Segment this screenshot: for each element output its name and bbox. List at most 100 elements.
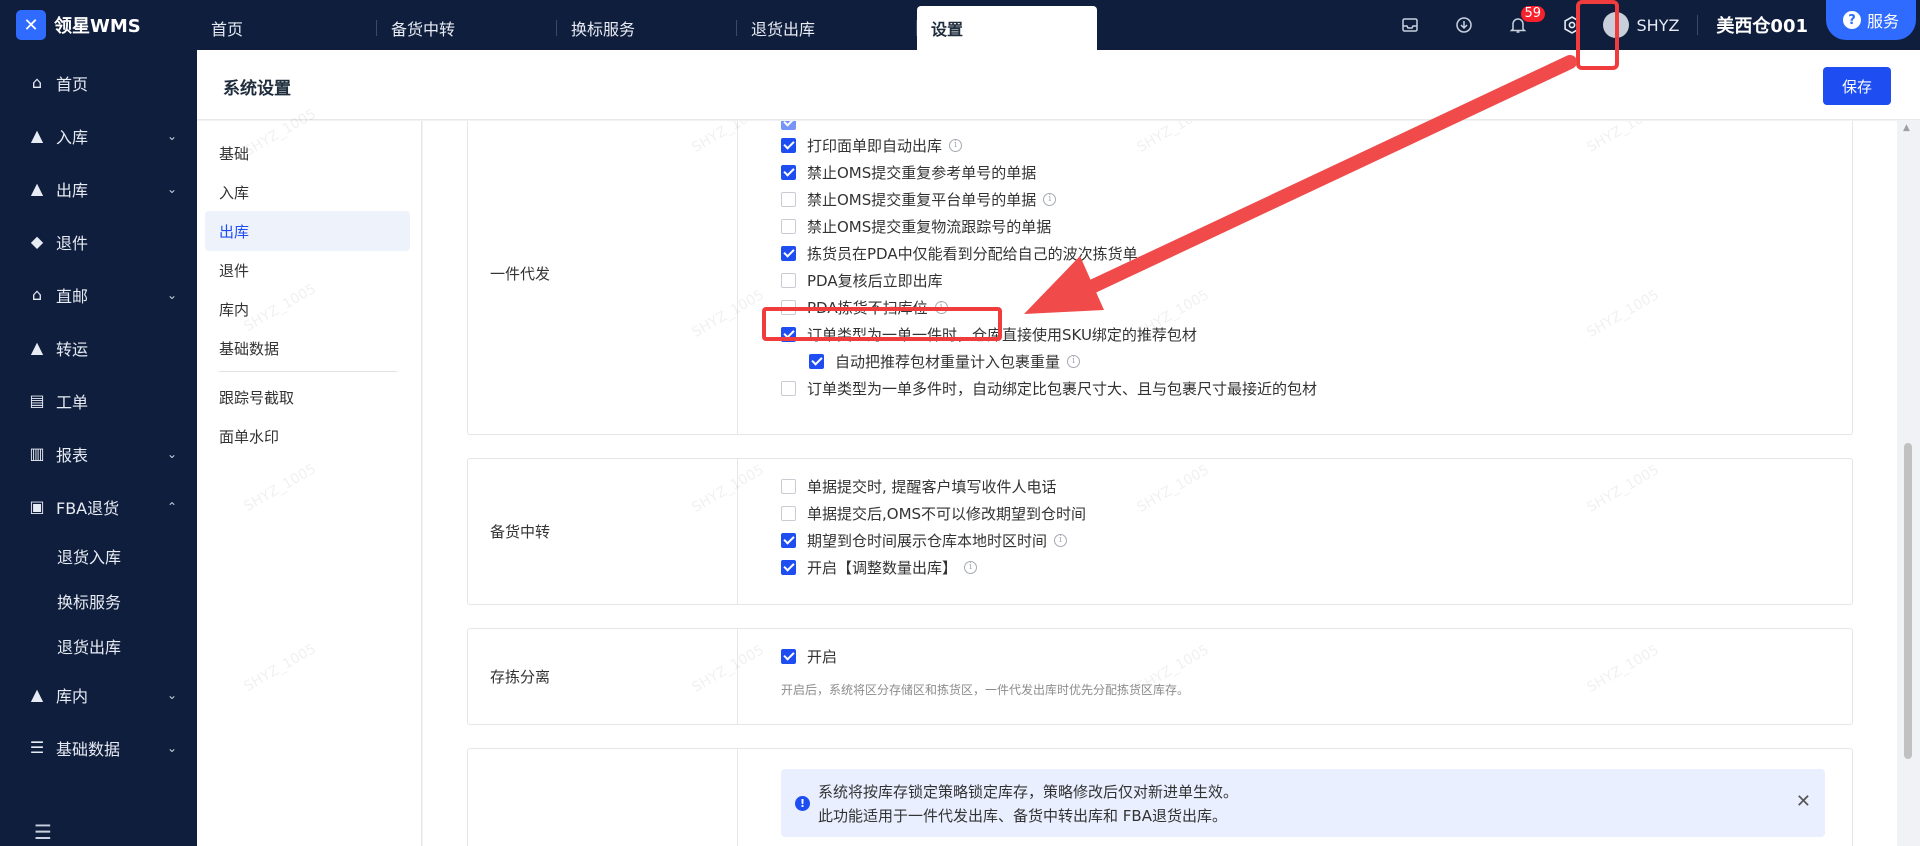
scroll-up-icon[interactable]: ▲ xyxy=(1903,123,1910,133)
checkbox[interactable] xyxy=(781,532,796,548)
checkbox[interactable] xyxy=(781,380,796,396)
option-label: 拣货员在PDA中仅能看到分配给自己的波次拣货单 xyxy=(807,244,1138,263)
sidebar-item-inbound[interactable]: ▲ 入库 ⌄ xyxy=(0,109,197,162)
option-multi-item-packaging[interactable]: 订单类型为一单多件时，自动绑定比包裹尺寸大、且与包裹尺寸最接近的包材 xyxy=(781,377,1317,399)
download-icon[interactable] xyxy=(1437,0,1491,50)
checkbox[interactable] xyxy=(781,245,796,261)
sidebar-item-direct-mail[interactable]: ⌂ 直邮 ⌄ xyxy=(0,268,197,321)
sidebar-subitem-return-outbound[interactable]: 退货出库 xyxy=(0,623,197,668)
settings-menu-basic[interactable]: 基础 xyxy=(205,133,410,173)
chevron-down-icon: ⌄ xyxy=(166,128,177,143)
pda-option-highlight-box xyxy=(762,307,1002,341)
checkbox[interactable] xyxy=(809,353,824,369)
close-icon[interactable]: ✕ xyxy=(1796,791,1811,812)
top-tabs: 首页 备货中转 换标服务 退货出库 设置 xyxy=(197,0,1097,50)
option-packaging-weight[interactable]: 自动把推荐包材重量计入包裹重量 i xyxy=(809,350,1081,372)
sidebar-item-transship[interactable]: ▲ 转运 xyxy=(0,321,197,374)
section-label: 一件代发 xyxy=(468,121,738,434)
option-label: 打印面单即自动出库 xyxy=(807,136,943,155)
checkbox[interactable] xyxy=(781,191,796,207)
top-bar: ✕ 领星WMS 首页 备货中转 换标服务 退货出库 设置 59 SHYZ 美西仓… xyxy=(0,0,1920,50)
sidebar: ⌂ 首页 ▲ 入库 ⌄ ▲ 出库 ⌄ ◆ 退件 ⌂ 直邮 ⌄ ▲ 转运 ▤ 工单 ▥ 报表 ⌄ ▣ FBA… xyxy=(0,50,197,846)
sidebar-item-basic-data[interactable]: ☰ 基础数据 ⌄ xyxy=(0,721,197,774)
warehouse-selector[interactable]: 美西仓001 xyxy=(1697,15,1828,37)
option-lock-arrival-time[interactable]: 单据提交后,OMS不可以修改期望到仓时间 xyxy=(781,502,1086,524)
info-icon[interactable]: i xyxy=(1043,192,1057,206)
sidebar-item-label: 转运 xyxy=(56,339,89,359)
checkbox[interactable] xyxy=(781,559,796,575)
lock-strategy-alert: ! 系统将按库存锁定策略锁定库存，策略修改后仅对新进单生效。 此功能适用于一件代… xyxy=(781,769,1825,837)
sidebar-item-reports[interactable]: ▥ 报表 ⌄ xyxy=(0,427,197,480)
tab-transfer[interactable]: 备货中转 xyxy=(377,6,557,50)
sidebar-item-work-order[interactable]: ▤ 工单 xyxy=(0,374,197,427)
service-button[interactable]: ? 服务 xyxy=(1826,0,1916,40)
clipboard-icon: ▤ xyxy=(29,391,45,410)
sidebar-item-outbound[interactable]: ▲ 出库 ⌄ xyxy=(0,162,197,215)
notification-badge: 59 xyxy=(1520,6,1546,22)
warehouse-icon: ▲ xyxy=(30,685,44,704)
option-label: PDA复核后立即出库 xyxy=(807,271,943,290)
settings-menu-in-warehouse[interactable]: 库内 xyxy=(205,289,410,329)
sidebar-item-returns[interactable]: ◆ 退件 xyxy=(0,215,197,268)
checkbox[interactable] xyxy=(781,272,796,288)
option-label: 开启【调整数量出库】 xyxy=(807,558,958,577)
section-storage-pick-separation: 存拣分离 开启 开启后，系统将区分存储区和拣货区，一件代发出库时优先分配拣货区库… xyxy=(467,628,1853,725)
section-label: 存拣分离 xyxy=(468,629,738,724)
sidebar-item-home[interactable]: ⌂ 首页 xyxy=(0,56,197,109)
checkbox[interactable] xyxy=(781,478,796,494)
info-icon[interactable]: i xyxy=(949,138,963,152)
tab-home[interactable]: 首页 xyxy=(197,6,377,50)
checkbox[interactable] xyxy=(781,648,796,664)
sidebar-item-fba-returns[interactable]: ▣ FBA退货 ⌃ xyxy=(0,480,197,533)
scroll-thumb[interactable] xyxy=(1904,443,1912,759)
settings-menu-basic-data[interactable]: 基础数据 xyxy=(205,328,410,368)
save-button[interactable]: 保存 xyxy=(1823,67,1891,105)
sidebar-subitem-relabel[interactable]: 换标服务 xyxy=(0,578,197,623)
info-icon[interactable]: i xyxy=(1054,533,1068,547)
return-icon: ◆ xyxy=(30,232,44,251)
option-adjust-qty-outbound[interactable]: 开启【调整数量出库】 i xyxy=(781,556,978,578)
inbox-icon[interactable] xyxy=(1383,0,1437,50)
sidebar-subitem-return-inbound[interactable]: 退货入库 xyxy=(0,533,197,578)
box-icon: ▣ xyxy=(29,497,45,516)
tab-return-outbound[interactable]: 退货出库 xyxy=(737,6,917,50)
checkbox[interactable] xyxy=(781,164,796,180)
collapse-sidebar-icon[interactable]: ☰ xyxy=(34,820,52,844)
option-block-duplicate-ref[interactable]: 禁止OMS提交重复参考单号的单据 xyxy=(781,161,1036,183)
info-icon[interactable]: i xyxy=(1067,354,1081,368)
chevron-down-icon: ⌄ xyxy=(166,740,177,755)
logo-icon: ✕ xyxy=(16,10,46,40)
logo[interactable]: ✕ 领星WMS xyxy=(0,0,197,50)
sidebar-item-label: 基础数据 xyxy=(56,739,121,759)
settings-menu-tracking-cut[interactable]: 跟踪号截取 xyxy=(205,377,410,417)
option-enable-separation[interactable]: 开启 xyxy=(781,645,837,667)
option-picker-own-waves[interactable]: 拣货员在PDA中仅能看到分配给自己的波次拣货单 xyxy=(781,242,1138,264)
chevron-up-icon: ⌃ xyxy=(166,499,177,514)
settings-menu-outbound[interactable]: 出库 xyxy=(205,211,410,251)
sidebar-item-label: 入库 xyxy=(56,127,89,147)
settings-menu-inbound[interactable]: 入库 xyxy=(205,172,410,212)
checkbox[interactable] xyxy=(781,121,796,130)
sidebar-item-in-warehouse[interactable]: ▲ 库内 ⌄ xyxy=(0,668,197,721)
section-label: 备货中转 xyxy=(468,459,738,604)
option-pda-review-outbound[interactable]: PDA复核后立即出库 xyxy=(781,269,943,291)
exclamation-icon: ! xyxy=(795,796,810,811)
database-icon: ☰ xyxy=(29,738,45,757)
option-remind-phone[interactable]: 单据提交时, 提醒客户填写收件人电话 xyxy=(781,475,1057,497)
checkbox[interactable] xyxy=(781,505,796,521)
info-icon[interactable]: i xyxy=(964,560,978,574)
option-print-auto-outbound[interactable]: 打印面单即自动出库 i xyxy=(781,134,963,156)
option-local-timezone[interactable]: 期望到仓时间展示仓库本地时区时间 i xyxy=(781,529,1068,551)
checkbox[interactable] xyxy=(781,137,796,153)
option-block-duplicate-tracking[interactable]: 禁止OMS提交重复物流跟踪号的单据 xyxy=(781,215,1051,237)
scrollbar[interactable]: ▲ xyxy=(1900,121,1916,846)
bell-icon[interactable]: 59 xyxy=(1491,0,1546,50)
option-block-duplicate-platform[interactable]: 禁止OMS提交重复平台单号的单据 i xyxy=(781,188,1057,210)
checkbox[interactable] xyxy=(781,218,796,234)
settings-menu-label-watermark[interactable]: 面单水印 xyxy=(205,416,410,456)
tab-settings[interactable]: 设置 xyxy=(917,6,1097,50)
settings-menu-returns[interactable]: 退件 xyxy=(205,250,410,290)
warehouse-icon: ▲ xyxy=(30,179,44,198)
tab-relabel[interactable]: 换标服务 xyxy=(557,6,737,50)
option-label: 期望到仓时间展示仓库本地时区时间 xyxy=(807,531,1048,550)
